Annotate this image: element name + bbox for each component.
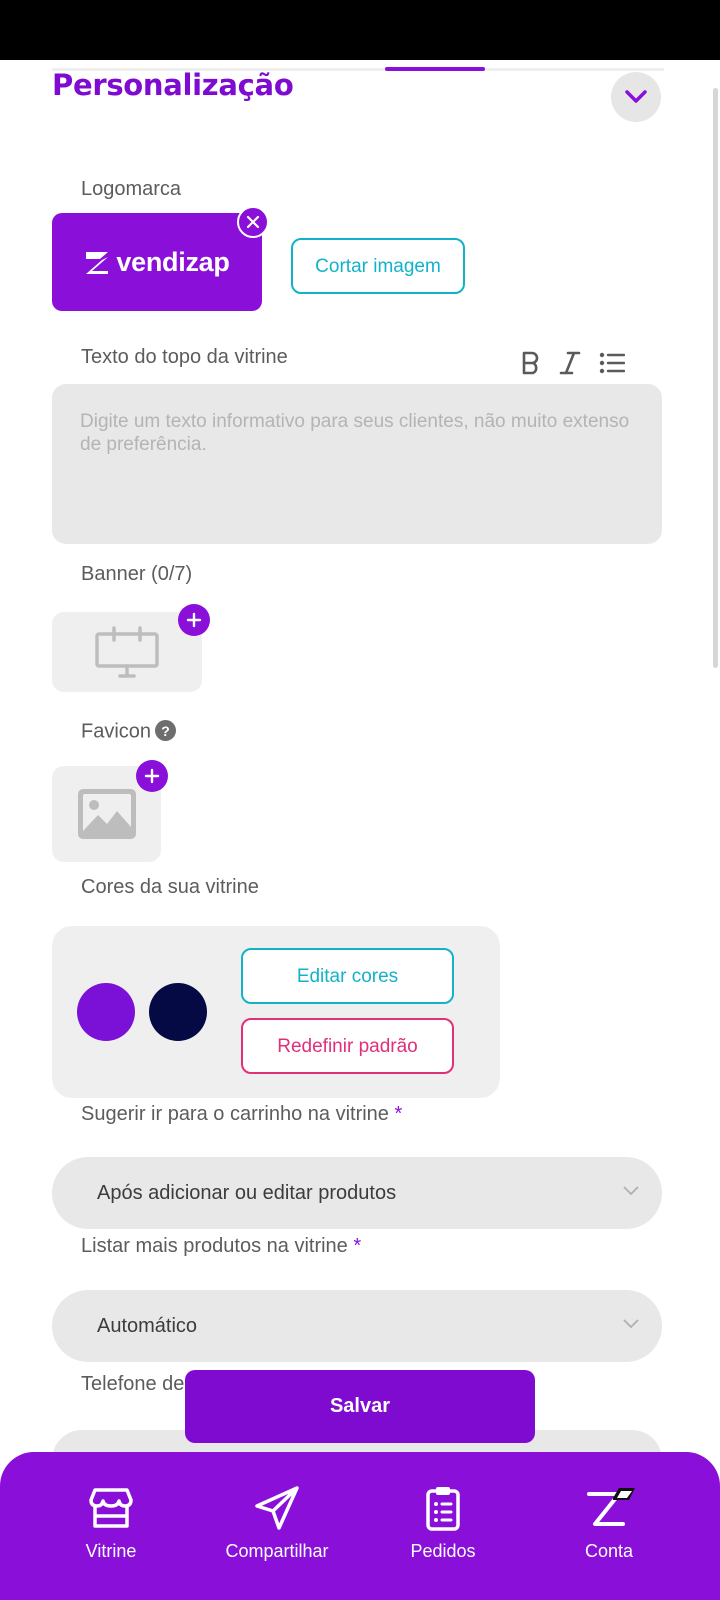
- close-icon: [246, 215, 260, 229]
- store-icon: [89, 1488, 133, 1528]
- remove-logo-button[interactable]: [237, 206, 269, 238]
- account-icon: [587, 1488, 635, 1526]
- nav-label: Pedidos: [410, 1541, 476, 1561]
- logo-preview[interactable]: vendizap: [52, 213, 262, 311]
- top-text-label: Texto do topo da vitrine: [81, 346, 288, 368]
- plus-icon: [186, 612, 202, 628]
- status-bar: [0, 0, 720, 60]
- cart-suggest-label-row: Sugerir ir para o carrinho na vitrine *: [81, 1103, 402, 1126]
- list-more-select[interactable]: Automático: [52, 1290, 662, 1362]
- colors-panel: Editar cores Redefinir padrão: [52, 926, 500, 1098]
- nav-item-vitrine[interactable]: Vitrine: [36, 1484, 186, 1562]
- reset-colors-button[interactable]: Redefinir padrão: [241, 1018, 454, 1074]
- billboard-icon: [95, 626, 159, 678]
- scrollbar[interactable]: [713, 88, 718, 668]
- add-banner-button[interactable]: [178, 604, 210, 636]
- list-more-label-row: Listar mais produtos na vitrine *: [81, 1235, 361, 1258]
- required-marker: *: [353, 1235, 362, 1257]
- chevron-down-icon: [625, 90, 647, 103]
- nav-label: Compartilhar: [225, 1541, 329, 1561]
- edit-colors-button[interactable]: Editar cores: [241, 948, 454, 1004]
- help-icon[interactable]: ?: [155, 720, 177, 741]
- nav-label: Conta: [584, 1541, 634, 1561]
- italic-icon: [559, 351, 581, 375]
- list-more-value: Automático: [97, 1314, 198, 1337]
- clipboard-icon: [426, 1487, 460, 1531]
- bullet-list-icon: [599, 352, 625, 374]
- bottom-nav: Vitrine Compartilhar Pedidos Conta: [0, 1452, 720, 1600]
- primary-color-swatch: [77, 983, 135, 1041]
- image-icon: [77, 789, 136, 839]
- top-text-input[interactable]: Digite um texto informativo para seus cl…: [52, 384, 662, 544]
- save-button[interactable]: Salvar: [185, 1370, 535, 1443]
- bold-button[interactable]: [516, 348, 546, 378]
- send-icon: [255, 1486, 299, 1530]
- cart-suggest-label: Sugerir ir para o carrinho na vitrine: [81, 1103, 389, 1125]
- phone-label: Telefone de: [81, 1373, 185, 1395]
- secondary-color-swatch: [149, 983, 207, 1041]
- section-title: Personalização: [52, 68, 294, 102]
- vendizap-logo-icon: [86, 252, 109, 274]
- chevron-down-icon: [623, 1319, 639, 1329]
- tab-indicator-active: [385, 67, 485, 71]
- logo-brand-text: vendizap: [116, 246, 230, 277]
- nav-item-compartilhar[interactable]: Compartilhar: [202, 1484, 352, 1562]
- required-marker: *: [394, 1103, 403, 1125]
- settings-page: Personalização Logomarca vendizap Cortar…: [0, 60, 720, 1452]
- bold-icon: [522, 351, 539, 375]
- plus-icon: [144, 768, 160, 784]
- list-more-label: Listar mais produtos na vitrine: [81, 1235, 348, 1257]
- colors-label: Cores da sua vitrine: [81, 876, 259, 898]
- list-button[interactable]: [597, 348, 627, 378]
- add-favicon-button[interactable]: [136, 760, 168, 792]
- banner-label: Banner (0/7): [81, 563, 193, 585]
- nav-item-conta[interactable]: Conta: [534, 1484, 684, 1562]
- favicon-label-row: Favicon?: [81, 720, 177, 744]
- cart-suggest-select[interactable]: Após adicionar ou editar produtos: [52, 1157, 662, 1229]
- cart-suggest-value: Após adicionar ou editar produtos: [97, 1181, 397, 1204]
- crop-image-button[interactable]: Cortar imagem: [291, 238, 465, 294]
- chevron-down-icon: [623, 1186, 639, 1196]
- favicon-label: Favicon: [81, 720, 152, 743]
- nav-label: Vitrine: [85, 1541, 137, 1561]
- nav-item-pedidos[interactable]: Pedidos: [368, 1484, 518, 1562]
- logo-label: Logomarca: [81, 178, 182, 200]
- italic-button[interactable]: [555, 348, 585, 378]
- collapse-button[interactable]: [611, 72, 661, 122]
